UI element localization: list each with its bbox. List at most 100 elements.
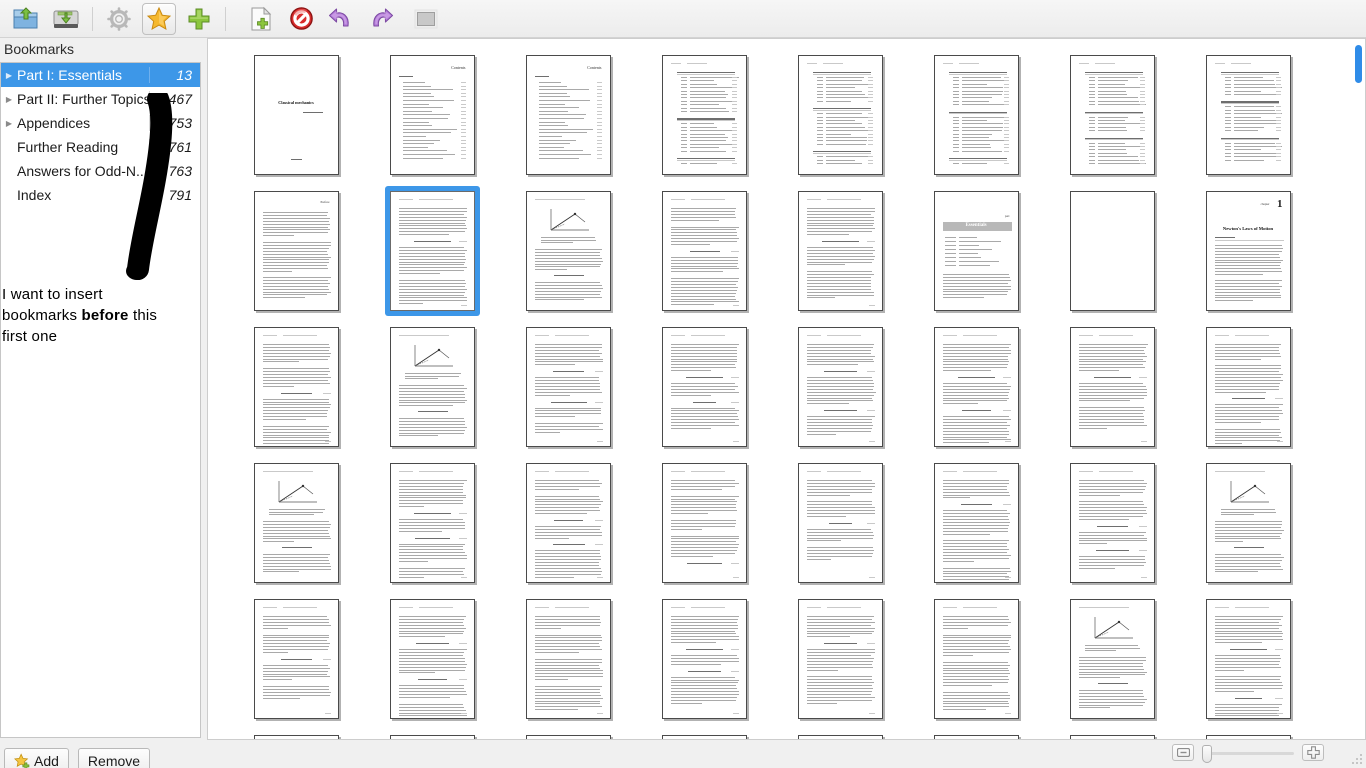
new-document-button[interactable] [244,3,278,35]
cancel-button[interactable] [284,3,318,35]
page-thumbnail-cell[interactable]: part Essentials [908,183,1044,319]
page-thumbnail[interactable] [1201,322,1296,452]
page-thumbnail-cell[interactable]: Classical mechanics [228,47,364,183]
page-thumbnail-cell[interactable] [636,47,772,183]
remove-bookmark-button[interactable]: Remove [77,748,151,768]
page-thumbnail[interactable] [929,730,1024,739]
page-thumbnail-cell[interactable] [500,455,636,591]
vertical-scrollbar[interactable] [1354,41,1363,739]
page-thumbnail-cell[interactable] [772,455,908,591]
page-thumbnail-cell[interactable] [364,455,500,591]
page-thumbnail[interactable] [793,186,888,316]
page-thumbnail[interactable] [793,50,888,180]
page-thumbnail[interactable] [793,730,888,739]
page-thumbnail-cell[interactable] [1180,47,1316,183]
page-thumbnail[interactable] [521,186,616,316]
page-thumbnail-cell[interactable] [364,183,500,319]
bookmarks-button[interactable] [142,2,176,35]
page-thumbnail[interactable] [1065,50,1160,180]
page-thumbnail[interactable] [793,322,888,452]
page-thumbnail-cell[interactable]: Contents [500,47,636,183]
page-thumbnail[interactable] [929,458,1024,588]
page-thumbnail[interactable] [385,322,480,452]
page-thumbnail-cell[interactable] [772,727,908,739]
settings-button[interactable] [102,3,136,35]
page-thumbnail-cell[interactable] [908,455,1044,591]
page-thumbnail[interactable]: Contents [385,50,480,180]
page-thumbnail-cell[interactable] [636,591,772,727]
bookmark-row-further-reading[interactable]: Further Reading 761 [1,135,200,159]
page-thumbnail-cell[interactable] [228,319,364,455]
page-thumbnail-cell[interactable] [228,455,364,591]
page-thumbnail[interactable] [1201,594,1296,724]
page-thumbnail-cell[interactable]: Contents [364,47,500,183]
page-thumbnail[interactable] [657,458,752,588]
page-thumbnail[interactable] [657,730,752,739]
page-thumbnail-cell[interactable] [1180,727,1316,739]
page-thumbnail-cell[interactable] [364,319,500,455]
page-thumbnail-cell[interactable] [1044,591,1180,727]
page-thumbnail-cell[interactable]: Preface [228,183,364,319]
redo-button[interactable] [364,3,398,35]
page-thumbnail-cell[interactable] [908,591,1044,727]
page-thumbnail[interactable] [929,594,1024,724]
page-thumbnail[interactable]: Classical mechanics [249,50,344,180]
page-thumbnail-cell[interactable] [500,183,636,319]
page-thumbnail-cell[interactable] [364,591,500,727]
page-thumbnail[interactable]: Preface [249,186,344,316]
page-thumbnail[interactable] [385,458,480,588]
bookmark-row-answers[interactable]: Answers for Odd-N... 763 [1,159,200,183]
page-thumbnail[interactable] [1065,322,1160,452]
page-thumbnail[interactable]: Contents [521,50,616,180]
scrollbar-thumb[interactable] [1355,45,1362,83]
page-thumbnail-cell[interactable] [772,183,908,319]
zoom-slider-handle[interactable] [1202,744,1212,763]
page-thumbnail-cell[interactable] [1044,455,1180,591]
page-thumbnail-cell[interactable] [500,591,636,727]
page-thumbnail[interactable] [249,322,344,452]
zoom-in-button[interactable] [1302,744,1324,761]
bookmark-row-appendices[interactable]: ▶ Appendices 753 [1,111,200,135]
page-thumbnail-cell[interactable] [908,319,1044,455]
page-thumbnail[interactable] [385,594,480,724]
page-thumbnail-cell[interactable] [908,47,1044,183]
page-thumbnail-cell[interactable] [636,183,772,319]
page-thumbnail[interactable] [521,730,616,739]
page-thumbnail[interactable] [521,322,616,452]
page-thumbnail-panel[interactable]: Classical mechanics Contents Contents Pref… [207,38,1366,740]
zoom-slider[interactable] [1202,744,1294,763]
undo-button[interactable] [324,3,358,35]
page-thumbnail[interactable] [1065,730,1160,739]
page-thumbnail[interactable] [1201,50,1296,180]
expand-triangle-icon[interactable]: ▶ [1,119,17,128]
page-thumbnail-cell[interactable] [1044,183,1180,319]
page-thumbnail[interactable] [929,50,1024,180]
page-thumbnail-cell[interactable]: chapter 1 Newton's Laws of Motion [1180,183,1316,319]
page-thumbnail-cell[interactable] [772,319,908,455]
page-thumbnail-cell[interactable] [1044,47,1180,183]
page-thumbnail[interactable]: chapter 1 Newton's Laws of Motion [1201,186,1296,316]
page-thumbnail[interactable] [249,458,344,588]
page-thumbnail[interactable] [929,322,1024,452]
expand-triangle-icon[interactable]: ▶ [1,71,17,80]
page-thumbnail[interactable] [1065,594,1160,724]
add-bookmark-button[interactable] [182,3,216,35]
page-thumbnail-cell[interactable] [1180,591,1316,727]
page-thumbnail-cell[interactable] [1180,455,1316,591]
page-thumbnail-cell[interactable] [908,727,1044,739]
page-thumbnail[interactable] [657,186,752,316]
page-thumbnail[interactable] [657,322,752,452]
page-thumbnail[interactable] [385,730,480,739]
add-bookmark-action-button[interactable]: Add [4,748,69,768]
page-thumbnail[interactable] [521,594,616,724]
page-thumbnail[interactable] [1201,458,1296,588]
page-thumbnail[interactable]: part Essentials [929,186,1024,316]
bookmarks-list[interactable]: ▶ Part I: Essentials 13 ▶ Part II: Furth… [0,62,201,738]
window-resize-grip[interactable] [1350,752,1363,765]
page-thumbnail[interactable] [1201,730,1296,739]
page-thumbnail-cell[interactable] [636,727,772,739]
page-thumbnail[interactable] [1065,458,1160,588]
page-thumbnail-cell[interactable] [636,455,772,591]
page-thumbnail[interactable] [657,594,752,724]
bookmark-row-part-1[interactable]: ▶ Part I: Essentials 13 [1,63,200,87]
